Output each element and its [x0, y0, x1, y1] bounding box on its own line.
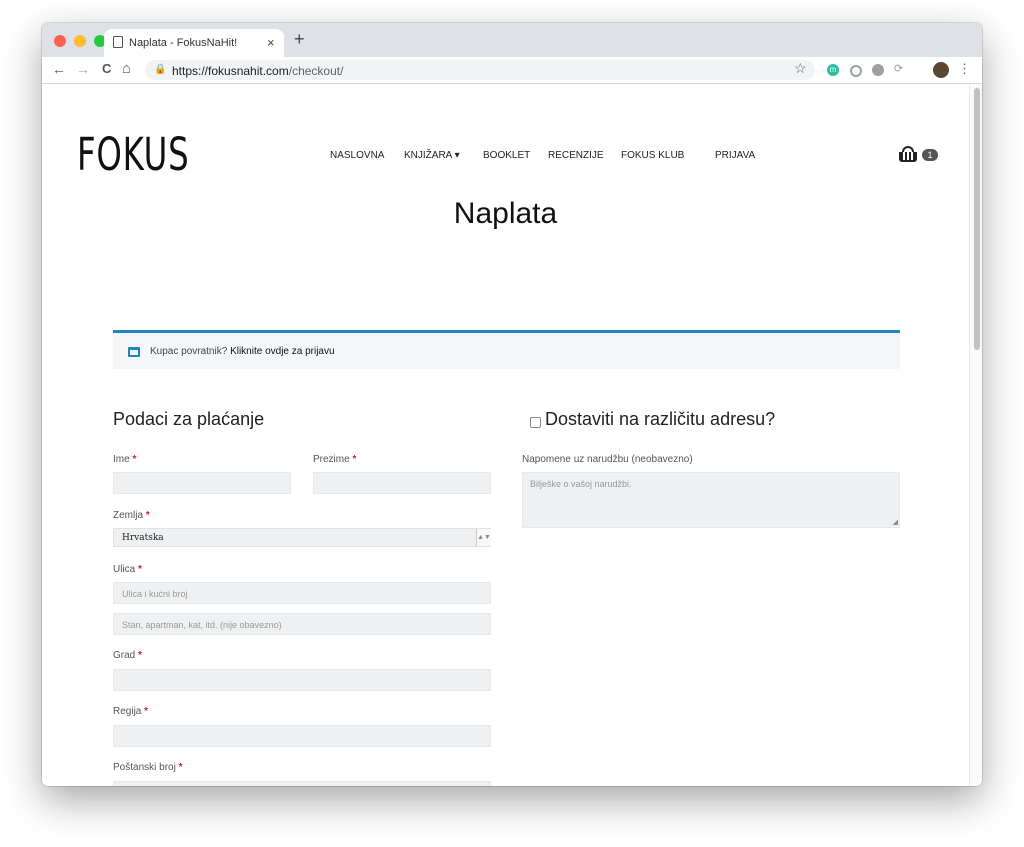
- notice-text: Kupac povratnik? Kliknite ovdje za prija…: [150, 346, 335, 357]
- new-tab-button[interactable]: +: [294, 29, 305, 50]
- back-button[interactable]: ←: [52, 61, 66, 77]
- bookmark-star-icon[interactable]: ☆: [794, 60, 807, 77]
- region-input[interactable]: [113, 725, 491, 747]
- last-name-label: Prezime *: [313, 454, 356, 465]
- ship-different-address-checkbox[interactable]: [530, 417, 541, 428]
- page-icon: [113, 36, 123, 48]
- window-icon: [128, 347, 140, 357]
- cart-count-badge[interactable]: 1: [922, 149, 938, 161]
- country-label-text: Zemlja: [113, 510, 144, 521]
- cart-icon[interactable]: [899, 146, 919, 164]
- browser-tab[interactable]: Naplata - FokusNaHit! ×: [104, 29, 284, 57]
- city-input[interactable]: [113, 669, 491, 691]
- postcode-label-text: Poštanski broj: [113, 762, 176, 773]
- resize-handle-icon[interactable]: ◢: [893, 518, 898, 526]
- street-label: Ulica *: [113, 564, 142, 575]
- region-label-text: Regija: [113, 706, 142, 717]
- nav-item-knjizara[interactable]: KNJIŽARA ▾: [404, 150, 460, 161]
- required-mark: *: [138, 564, 142, 575]
- cart-basket: [899, 152, 917, 162]
- login-link[interactable]: Kliknite ovdje za prijavu: [230, 346, 335, 357]
- country-label: Zemlja *: [113, 510, 150, 521]
- extension-circle-icon[interactable]: [850, 65, 862, 77]
- scrollbar-thumb[interactable]: [974, 88, 980, 350]
- city-label: Grad *: [113, 650, 142, 661]
- order-notes-textarea[interactable]: Bilješke o vašoj narudžbi. ◢: [522, 472, 900, 528]
- region-label: Regija *: [113, 706, 148, 717]
- address-bar[interactable]: 🔒 https://fokusnahit.com/checkout/: [145, 60, 815, 80]
- country-select[interactable]: Hrvatska ▲▼: [113, 528, 491, 547]
- profile-avatar[interactable]: [933, 62, 949, 78]
- lock-icon: 🔒: [154, 64, 167, 75]
- nav-item-recenzije[interactable]: RECENZIJE: [548, 150, 604, 161]
- first-name-label-text: Ime: [113, 454, 130, 465]
- last-name-label-text: Prezime: [313, 454, 350, 465]
- required-mark: *: [178, 762, 183, 773]
- street-input[interactable]: Ulica i kućni broj: [113, 582, 491, 604]
- postcode-label: Poštanski broj *: [113, 762, 183, 773]
- street-label-text: Ulica: [113, 564, 136, 575]
- extension-shield-icon[interactable]: [872, 64, 884, 76]
- order-notes-placeholder: Bilješke o vašoj narudžbi.: [530, 479, 632, 489]
- url-path: /checkout/: [288, 64, 344, 78]
- nav-item-booklet[interactable]: BOOKLET: [483, 150, 530, 161]
- notice-message: Kupac povratnik?: [150, 346, 228, 357]
- street2-input[interactable]: Stan, apartman, kat, itd. (nije obavezno…: [113, 613, 491, 635]
- first-name-input[interactable]: [113, 472, 291, 494]
- close-tab-icon[interactable]: ×: [267, 35, 275, 50]
- browser-menu-icon[interactable]: ⋮: [958, 61, 971, 77]
- page-viewport: FOKUS NASLOVNA KNJIŽARA ▾ BOOKLET RECENZ…: [42, 84, 982, 786]
- browser-window: Naplata - FokusNaHit! × + ← → C ⌂ 🔒 http…: [42, 23, 982, 786]
- reload-button[interactable]: C: [102, 61, 111, 76]
- site-logo[interactable]: FOKUS: [77, 132, 189, 177]
- nav-item-prijava[interactable]: PRIJAVA: [715, 150, 755, 161]
- billing-heading: Podaci za plaćanje: [113, 409, 265, 429]
- nav-item-fokus-klub[interactable]: FOKUS KLUB: [621, 150, 684, 161]
- required-mark: *: [132, 454, 137, 465]
- shipping-heading: Dostaviti na različitu adresu?: [545, 409, 776, 429]
- returning-customer-notice: Kupac povratnik? Kliknite ovdje za prija…: [113, 330, 900, 369]
- nav-item-naslovna[interactable]: NASLOVNA: [330, 150, 384, 161]
- url-host: https://fokusnahit.com: [172, 64, 289, 78]
- extension-arrow-icon[interactable]: ⟳: [894, 62, 903, 75]
- minimize-window-button[interactable]: [74, 35, 86, 47]
- required-mark: *: [352, 454, 357, 465]
- page-title: Naplata: [453, 197, 558, 230]
- page-scrollbar[interactable]: [969, 84, 982, 786]
- home-button[interactable]: ⌂: [122, 60, 131, 77]
- tab-title: Naplata - FokusNaHit!: [129, 37, 238, 49]
- close-window-button[interactable]: [54, 35, 66, 47]
- forward-button[interactable]: →: [76, 61, 90, 77]
- extension-m-icon[interactable]: m: [827, 64, 839, 76]
- last-name-input[interactable]: [313, 472, 491, 494]
- url-text: https://fokusnahit.com/checkout/: [172, 64, 343, 78]
- required-mark: *: [144, 706, 149, 717]
- order-notes-label: Napomene uz narudžbu (neobavezno): [522, 454, 693, 465]
- country-selected-value: Hrvatska: [122, 533, 164, 543]
- select-arrow-icon[interactable]: ▲▼: [476, 529, 491, 546]
- postcode-input[interactable]: [113, 781, 491, 786]
- city-label-text: Grad: [113, 650, 136, 661]
- required-mark: *: [138, 650, 142, 661]
- first-name-label: Ime *: [113, 454, 136, 465]
- required-mark: *: [145, 510, 150, 521]
- tab-bar: Naplata - FokusNaHit! × +: [42, 23, 982, 57]
- browser-toolbar: ← → C ⌂ 🔒 https://fokusnahit.com/checkou…: [42, 57, 982, 84]
